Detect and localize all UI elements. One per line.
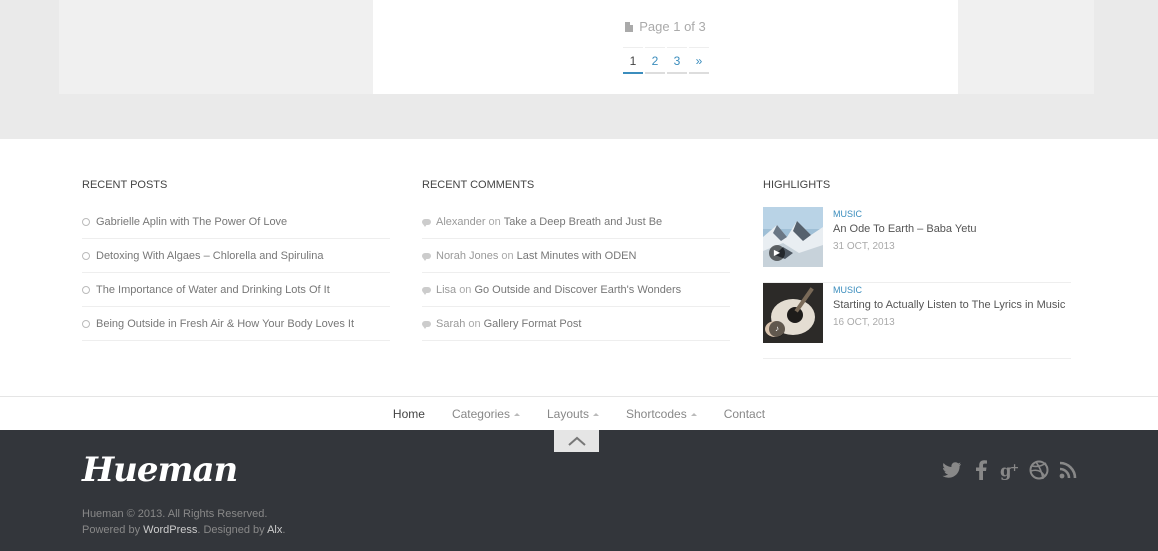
post-link[interactable]: Detoxing With Algaes – Chlorella and Spi… [96, 250, 323, 262]
clock-icon [82, 217, 90, 226]
post-link[interactable]: Gabrielle Aplin with The Power Of Love [96, 216, 287, 228]
highlight-thumbnail[interactable]: ▶ [763, 207, 823, 267]
highlights-widget: HIGHLIGHTS ▶ MUSIC An Ode To Earth – Bab… [763, 179, 1071, 359]
page-info-text: Page 1 of 3 [639, 19, 706, 34]
document-icon [625, 22, 634, 32]
nav-item-shortcodes[interactable]: Shortcodes [626, 407, 697, 421]
list-item: Sarah on Gallery Format Post [422, 307, 730, 341]
highlight-item: ▶ MUSIC An Ode To Earth – Baba Yetu 31 O… [763, 207, 1071, 283]
comment-post-link[interactable]: Last Minutes with ODEN [517, 250, 637, 262]
site-logo[interactable]: Hueman [82, 450, 238, 490]
clock-icon [82, 319, 90, 328]
nav-item-layouts[interactable]: Layouts [547, 407, 599, 421]
twitter-icon[interactable] [942, 460, 962, 480]
comment-icon [422, 252, 431, 261]
highlight-thumbnail[interactable]: ♪ [763, 283, 823, 343]
list-item: Detoxing With Algaes – Chlorella and Spi… [82, 239, 390, 273]
wordpress-link[interactable]: WordPress [143, 524, 197, 536]
highlight-category[interactable]: MUSIC [833, 209, 862, 219]
comment-icon [422, 320, 431, 329]
page-info: Page 1 of 3 [373, 19, 958, 34]
dribbble-icon[interactable] [1029, 460, 1049, 480]
comment-author: Lisa [436, 283, 457, 296]
on-text: on [459, 283, 472, 296]
back-to-top-button[interactable] [554, 430, 599, 452]
list-item: The Importance of Water and Drinking Lot… [82, 273, 390, 307]
svg-text:+: + [1010, 461, 1019, 474]
copyright: Hueman © 2013. All Rights Reserved. Powe… [82, 506, 285, 538]
on-text: on [488, 215, 501, 228]
list-item: Lisa on Go Outside and Discover Earth's Wo… [422, 273, 730, 307]
post-link[interactable]: The Importance of Water and Drinking Lot… [96, 284, 330, 296]
clock-icon [82, 251, 90, 260]
copyright-text: Hueman © 2013. All Rights Reserved. [82, 508, 268, 520]
caret-up-icon [593, 412, 599, 416]
list-item: Gabrielle Aplin with The Power Of Love [82, 205, 390, 239]
list-item: Norah Jones on Last Minutes with ODEN [422, 239, 730, 273]
widget-title: RECENT POSTS [82, 179, 168, 191]
page-link-3[interactable]: 3 [667, 47, 687, 74]
pagination: 1 2 3 » [623, 47, 709, 74]
nav-item-contact[interactable]: Contact [724, 407, 765, 421]
list-item: Alexander on Take a Deep Breath and Just B… [422, 205, 730, 239]
play-icon: ▶ [769, 245, 785, 261]
comment-icon [422, 286, 431, 295]
rss-icon[interactable] [1058, 460, 1078, 480]
recent-posts-widget: RECENT POSTS Gabrielle Aplin with The Po… [82, 179, 390, 341]
widget-title: HIGHLIGHTS [763, 179, 831, 191]
highlight-item: ♪ MUSIC Starting to Actually Listen to T… [763, 283, 1071, 359]
comment-icon [422, 218, 431, 227]
highlight-title[interactable]: An Ode To Earth – Baba Yetu [833, 223, 977, 235]
credits: Powered by WordPress. Designed by Alx. [82, 524, 286, 536]
comment-post-link[interactable]: Go Outside and Discover Earth's Wonders [474, 284, 681, 296]
page-link-2[interactable]: 2 [645, 47, 665, 74]
content-main: Page 1 of 3 1 2 3 » [373, 0, 958, 94]
social-links: g + [942, 460, 1078, 480]
caret-up-icon [513, 412, 520, 416]
widget-title: RECENT COMMENTS [422, 179, 535, 191]
chevron-up-icon [567, 436, 586, 446]
footer-nav: Home Categories Layouts Shortcodes Conta… [0, 396, 1158, 430]
highlight-date: 16 OCT, 2013 [833, 317, 895, 328]
comment-post-link[interactable]: Take a Deep Breath and Just Be [504, 216, 662, 228]
comment-author: Alexander [436, 215, 486, 228]
highlight-title[interactable]: Starting to Actually Listen to The Lyric… [833, 299, 1065, 311]
comment-author: Sarah [436, 317, 466, 330]
site-footer: Hueman Hueman © 2013. All Rights Reserve… [0, 430, 1158, 551]
nav-item-home[interactable]: Home [393, 407, 425, 421]
nav-item-categories[interactable]: Categories [452, 407, 520, 421]
highlight-category[interactable]: MUSIC [833, 285, 862, 295]
facebook-icon[interactable] [971, 460, 991, 480]
on-text: on [468, 317, 481, 330]
post-link[interactable]: Being Outside in Fresh Air & How Your Bo… [96, 318, 354, 330]
clock-icon [82, 285, 90, 294]
audio-icon: ♪ [769, 321, 785, 337]
footer-widgets: RECENT POSTS Gabrielle Aplin with The Po… [0, 139, 1158, 397]
on-text: on [501, 249, 514, 262]
next-page-link[interactable]: » [689, 47, 709, 74]
alx-link[interactable]: Alx [267, 524, 282, 536]
page-link-1[interactable]: 1 [623, 47, 643, 74]
comment-author: Norah Jones [436, 249, 499, 262]
content-wrapper: Page 1 of 3 1 2 3 » [59, 0, 1094, 94]
google-plus-icon[interactable]: g + [1000, 460, 1020, 480]
comment-post-link[interactable]: Gallery Format Post [484, 318, 582, 330]
recent-comments-widget: RECENT COMMENTS Alexander on Take a Deep B… [422, 179, 730, 341]
highlight-date: 31 OCT, 2013 [833, 241, 895, 252]
list-item: Being Outside in Fresh Air & How Your Bo… [82, 307, 390, 341]
caret-up-icon [690, 412, 697, 416]
